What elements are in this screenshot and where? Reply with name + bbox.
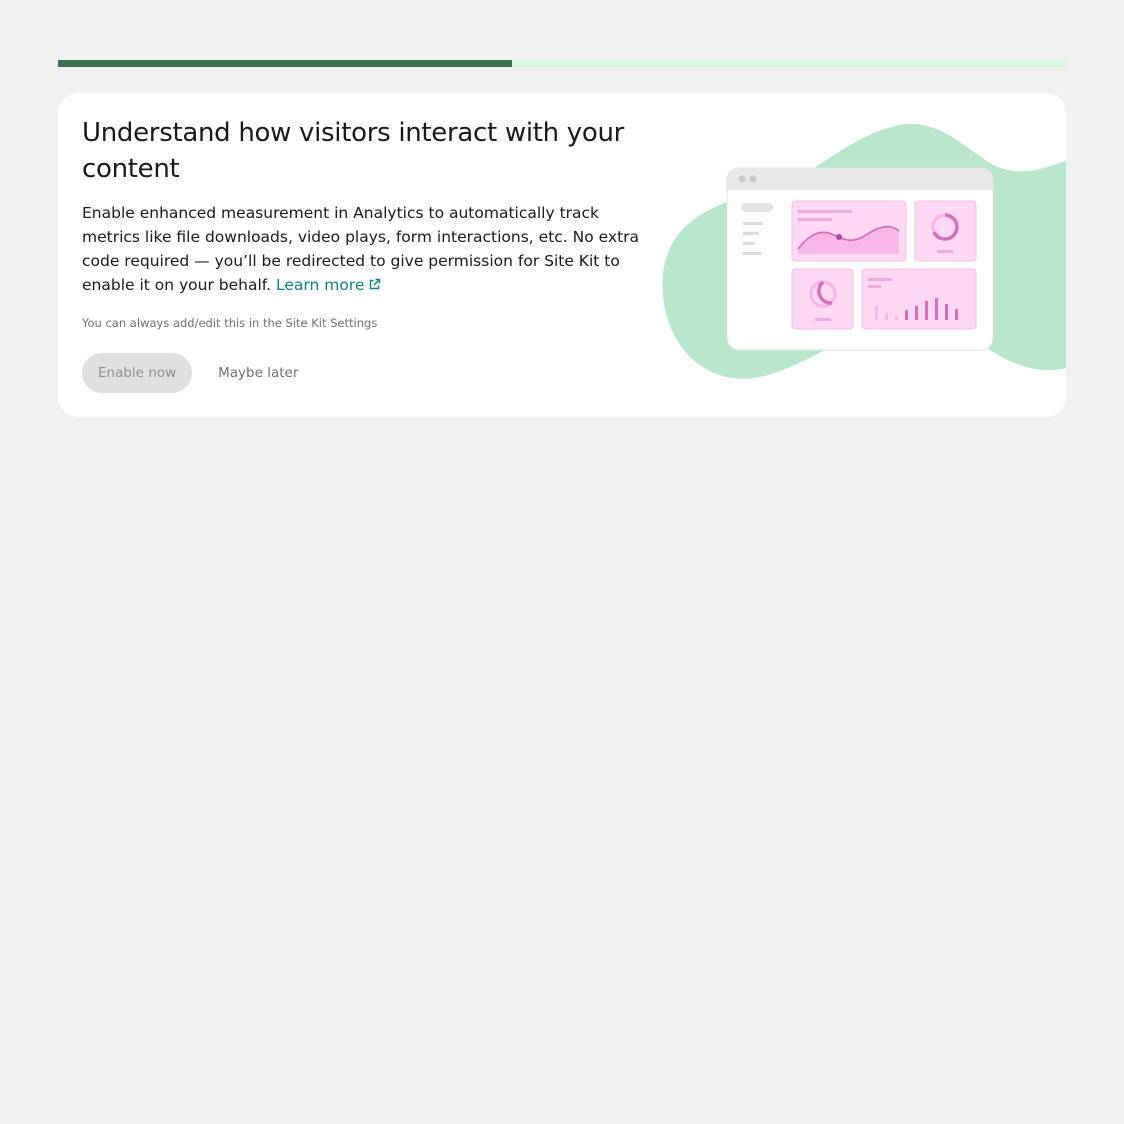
learn-more-link[interactable]: Learn more (276, 276, 381, 294)
window-dot (749, 175, 757, 183)
bar-chart-widget (861, 268, 977, 330)
banner-actions: Enable now Maybe later (82, 353, 314, 393)
donut-widget-top (914, 200, 977, 262)
external-link-icon (370, 278, 381, 290)
banner-title: Understand how visitors interact with yo… (82, 118, 625, 184)
progress-bar-fill (58, 60, 512, 67)
enable-now-button[interactable]: Enable now (82, 353, 193, 393)
banner-hint: You can always add/edit this in the Site… (82, 316, 378, 330)
learn-more-label: Learn more (276, 276, 365, 294)
banner-content: Understand how visitors interact with yo… (82, 115, 642, 331)
enhanced-measurement-banner: Understand how visitors interact with yo… (58, 93, 1066, 417)
donut-widget-bottom (791, 268, 854, 330)
progress-bar (58, 60, 1066, 67)
window-dot (738, 175, 746, 183)
dashboard-illustration (662, 123, 1066, 379)
maybe-later-button[interactable]: Maybe later (202, 353, 314, 393)
line-chart-widget (791, 200, 907, 262)
banner-description: Enable enhanced measurement in Analytics… (82, 201, 642, 297)
